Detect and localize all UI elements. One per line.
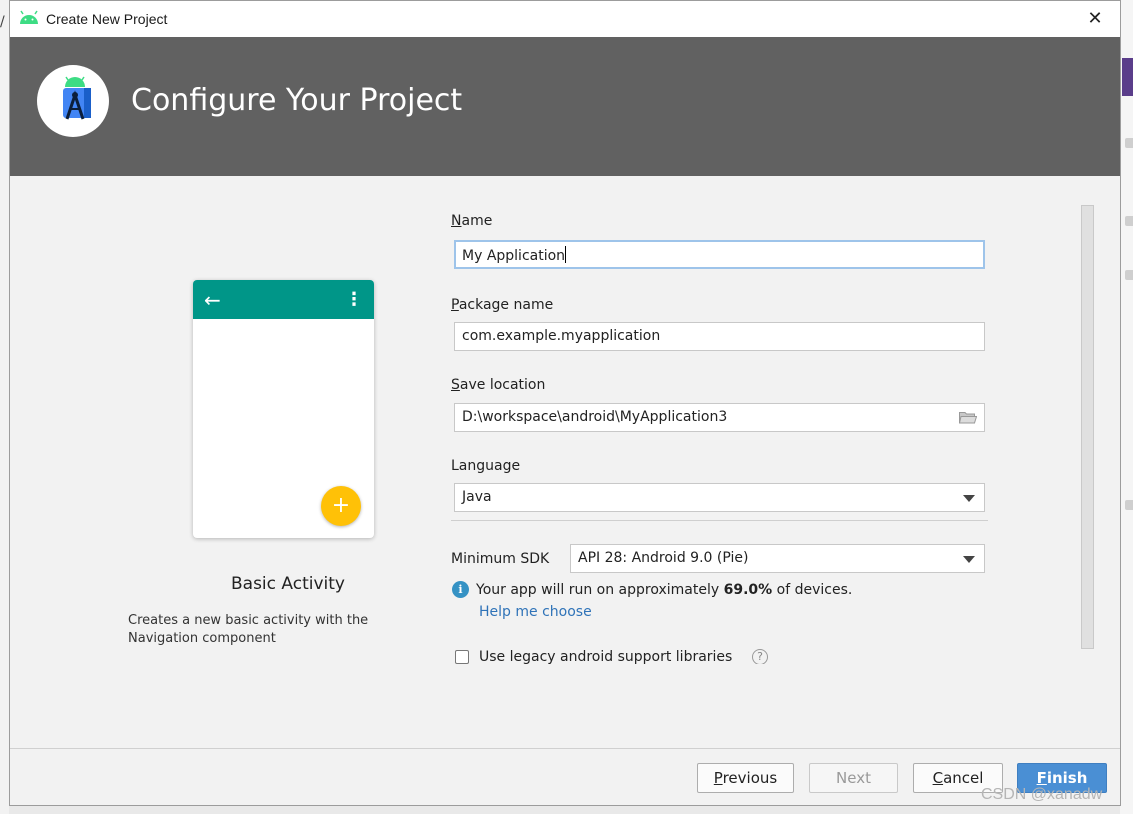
package-name-label: Package name [451,297,554,313]
watermark: CSDN @xanadw [981,786,1103,803]
language-label: Language [451,458,521,474]
activity-preview: ← ⋮ + [193,280,374,538]
legacy-support-label: Use legacy android support libraries [479,649,733,664]
create-new-project-dialog: Create New Project ✕ Configure Your Proj… [9,0,1121,806]
footer-divider [10,748,1120,749]
header-banner: Configure Your Project [10,37,1120,176]
save-location-input[interactable]: D:\workspace\android\MyApplication3 [454,403,985,432]
background-fragment-tag [1125,216,1133,226]
overflow-menu-icon: ⋮ [345,289,363,310]
previous-button[interactable]: Previous [697,763,794,793]
next-button[interactable]: Next [809,763,898,793]
dropdown-arrow-icon [963,495,975,502]
close-icon[interactable]: ✕ [1084,8,1106,30]
help-question-icon[interactable]: ? [752,649,768,664]
name-label: Name [451,213,493,229]
background-fragment-purple [1122,58,1133,96]
android-icon [20,10,38,24]
android-studio-logo [37,65,109,137]
scrollbar[interactable] [1081,205,1094,649]
language-select[interactable]: Java [454,483,985,512]
activity-description: Creates a new basic activity with the Na… [128,613,369,646]
back-arrow-icon: ← [204,288,221,312]
background-fragment-tag [1125,138,1133,148]
package-name-input[interactable]: com.example.myapplication [454,322,985,351]
background-window-right [1120,0,1133,814]
activity-name: Basic Activity [231,574,345,594]
minimum-sdk-label: Minimum SDK [451,551,550,567]
content-area: ← ⋮ + Basic Activity Creates a new basic… [10,176,1120,749]
dropdown-arrow-icon [963,556,975,563]
background-fragment-left: / [0,14,5,30]
preview-app-bar: ← ⋮ [193,280,374,319]
background-fragment-tag [1125,500,1133,510]
window-title: Create New Project [46,11,168,27]
background-window-left [0,0,9,814]
legacy-support-checkbox[interactable] [455,650,469,664]
save-location-label: Save location [451,377,546,393]
background-fragment-tag [1125,270,1133,280]
minimum-sdk-select[interactable]: API 28: Android 9.0 (Pie) [570,544,985,573]
text-caret [565,246,567,263]
android-studio-icon [63,76,91,120]
title-bar: Create New Project ✕ [10,1,1120,37]
name-input[interactable]: My Application [454,240,985,269]
folder-icon[interactable] [959,411,977,424]
legacy-support-row: Use legacy android support libraries ? [451,646,991,664]
fab-add-icon: + [321,486,361,526]
page-title: Configure Your Project [131,83,463,118]
info-icon: i [452,581,469,598]
divider [451,520,988,521]
help-me-choose-link[interactable]: Help me choose [479,604,592,620]
device-coverage-text: Your app will run on approximately 69.0%… [476,582,853,598]
